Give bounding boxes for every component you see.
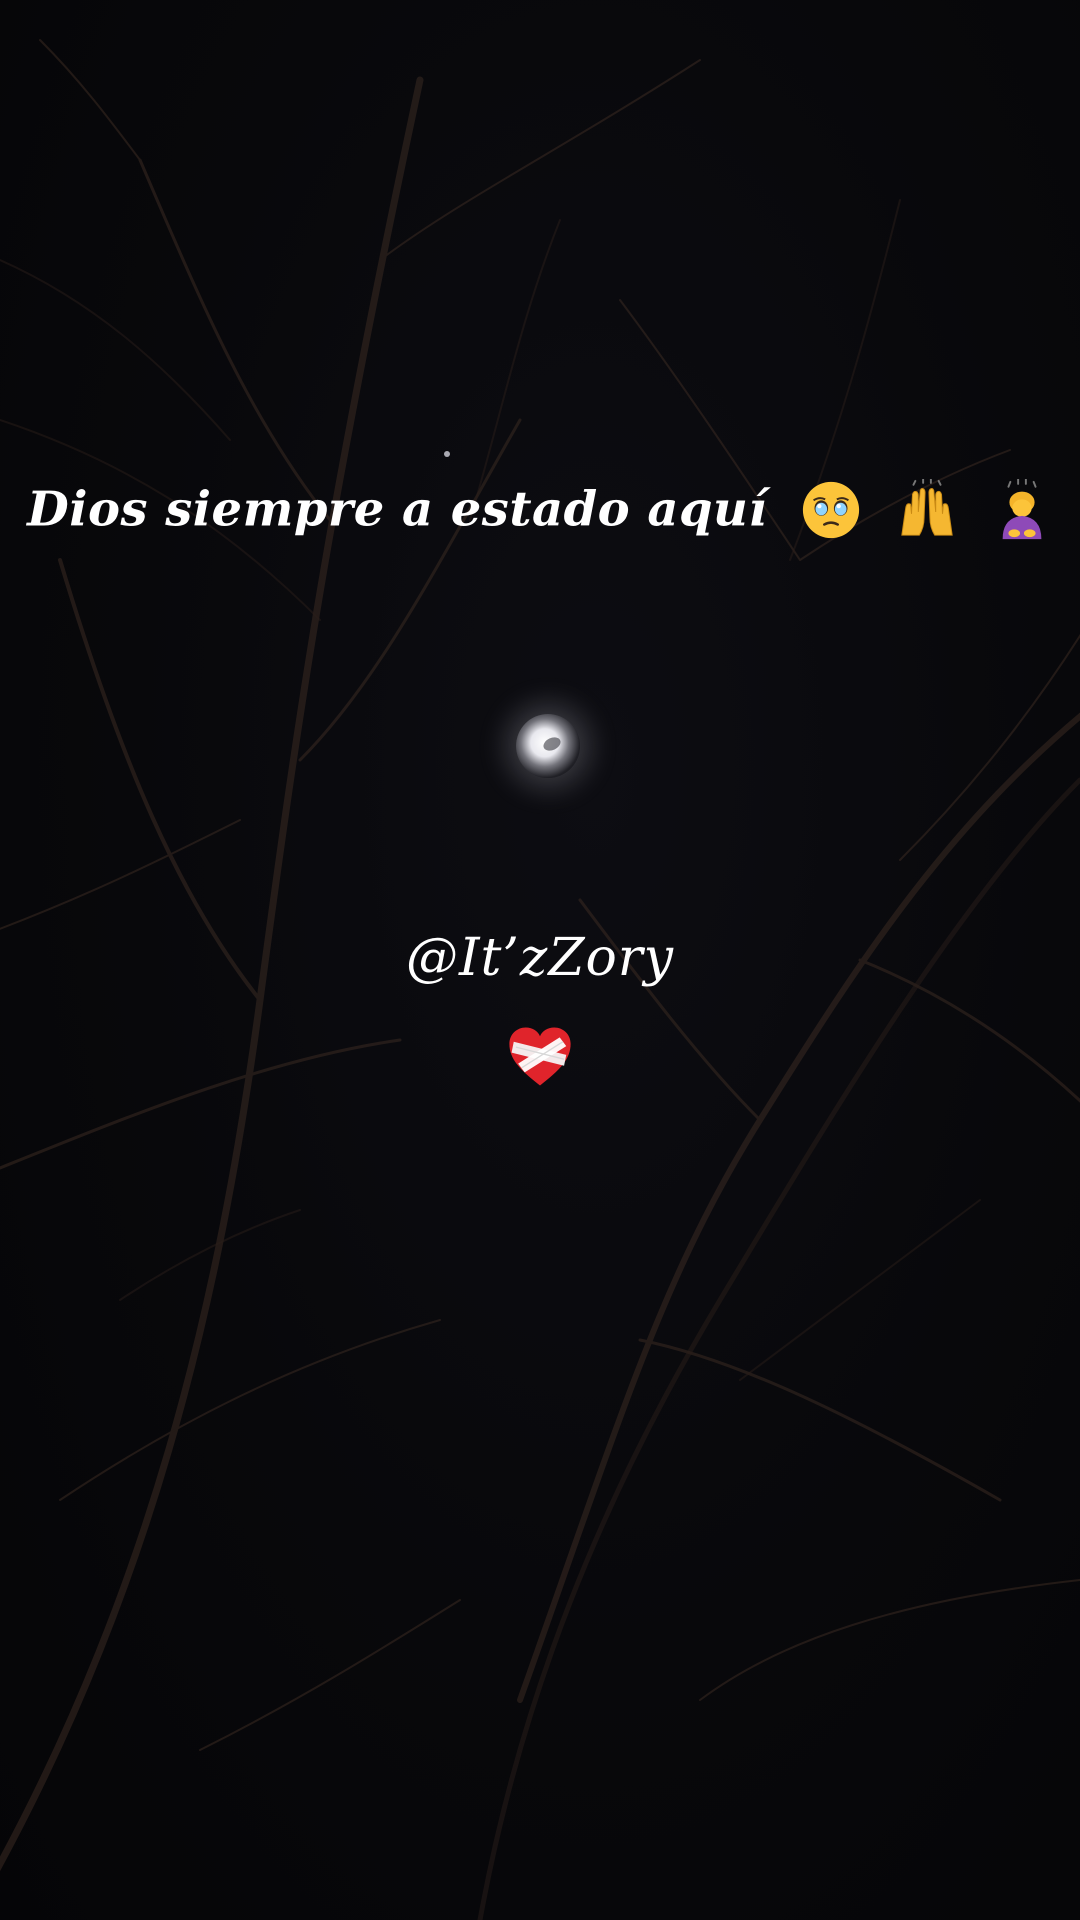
person-bowing-icon (1002, 478, 1042, 539)
username-handle: @It’zZory (405, 928, 675, 988)
story-caption: Dios siempre a estado aquí (0, 478, 1080, 541)
caption-text: Dios siempre a estado aquí (27, 481, 768, 538)
story-canvas: Dios siempre a estado aquí @It’zZory (0, 0, 1080, 1920)
star (444, 451, 450, 457)
mending-heart-icon (509, 1027, 571, 1086)
raising-hands-icon (900, 478, 953, 536)
face-holding-back-tears-icon (803, 481, 860, 538)
